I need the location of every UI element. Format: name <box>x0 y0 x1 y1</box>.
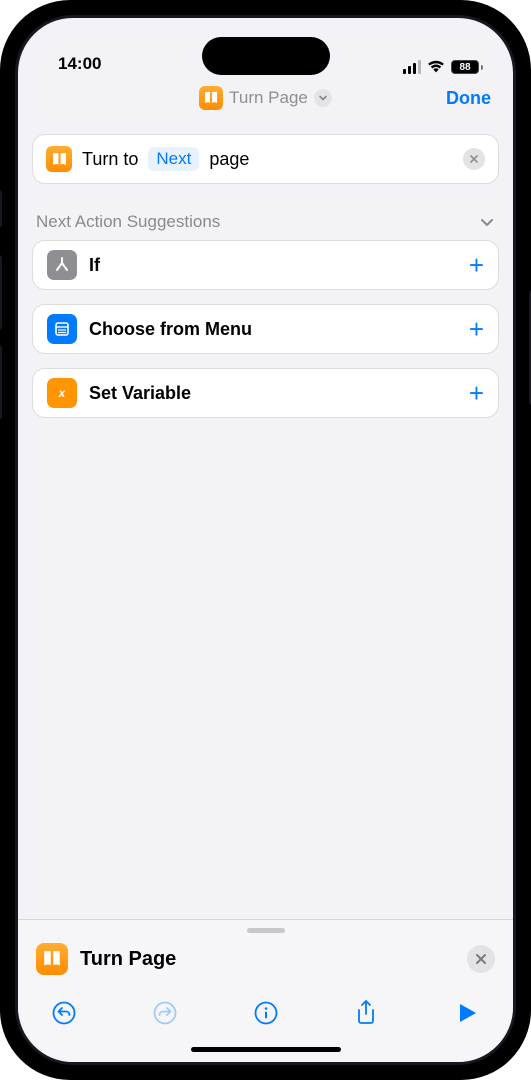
svg-text:x: x <box>58 386 67 400</box>
battery-level: 88 <box>459 62 470 73</box>
nav-header: Turn Page Done <box>18 74 513 122</box>
variable-icon: x <box>47 378 77 408</box>
books-app-icon <box>36 943 68 975</box>
bottom-sheet: Turn Page <box>18 919 513 1062</box>
nav-title[interactable]: Turn Page <box>229 88 308 108</box>
add-suggestion-button[interactable]: + <box>469 252 484 278</box>
undo-button[interactable] <box>48 997 80 1029</box>
battery-icon: 88 <box>451 60 483 74</box>
books-app-icon <box>46 146 72 172</box>
suggestions-title: Next Action Suggestions <box>36 212 220 232</box>
redo-button <box>149 997 181 1029</box>
side-button-vol-up <box>0 255 2 330</box>
add-suggestion-button[interactable]: + <box>469 316 484 342</box>
clear-action-button[interactable] <box>463 148 485 170</box>
home-indicator[interactable] <box>191 1047 341 1052</box>
suggestion-label: Choose from Menu <box>89 319 252 340</box>
sheet-grabber[interactable] <box>247 928 285 933</box>
action-text-prefix: Turn to <box>82 149 138 170</box>
done-button[interactable]: Done <box>446 88 491 109</box>
side-button-vol-down <box>0 345 2 420</box>
cellular-signal-icon <box>403 60 421 74</box>
shortcut-options-button[interactable] <box>314 89 332 107</box>
action-text-suffix: page <box>209 149 249 170</box>
books-app-icon <box>199 86 223 110</box>
dynamic-island <box>202 37 330 75</box>
side-button-silence <box>0 190 2 228</box>
status-time: 14:00 <box>58 54 101 74</box>
suggestion-choose-from-menu[interactable]: Choose from Menu + <box>32 304 499 354</box>
toolbar <box>18 989 513 1043</box>
suggestion-set-variable[interactable]: x Set Variable + <box>32 368 499 418</box>
close-sheet-button[interactable] <box>467 945 495 973</box>
suggestion-label: If <box>89 255 100 276</box>
menu-icon <box>47 314 77 344</box>
suggestion-if[interactable]: If + <box>32 240 499 290</box>
suggestions-header: Next Action Suggestions <box>32 212 499 240</box>
bottom-title: Turn Page <box>80 948 176 971</box>
share-button[interactable] <box>350 997 382 1029</box>
wifi-icon <box>427 60 445 74</box>
collapse-suggestions-button[interactable] <box>479 214 495 230</box>
suggestion-label: Set Variable <box>89 383 191 404</box>
info-button[interactable] <box>250 997 282 1029</box>
add-suggestion-button[interactable]: + <box>469 380 484 406</box>
screen: 14:00 88 <box>18 18 513 1062</box>
phone-frame: 14:00 88 <box>0 0 531 1080</box>
action-card[interactable]: Turn to Next page <box>32 134 499 184</box>
branch-icon <box>47 250 77 280</box>
action-parameter[interactable]: Next <box>148 147 199 171</box>
editor-content: Turn to Next page Next Action Suggestion… <box>18 122 513 919</box>
run-button[interactable] <box>451 997 483 1029</box>
